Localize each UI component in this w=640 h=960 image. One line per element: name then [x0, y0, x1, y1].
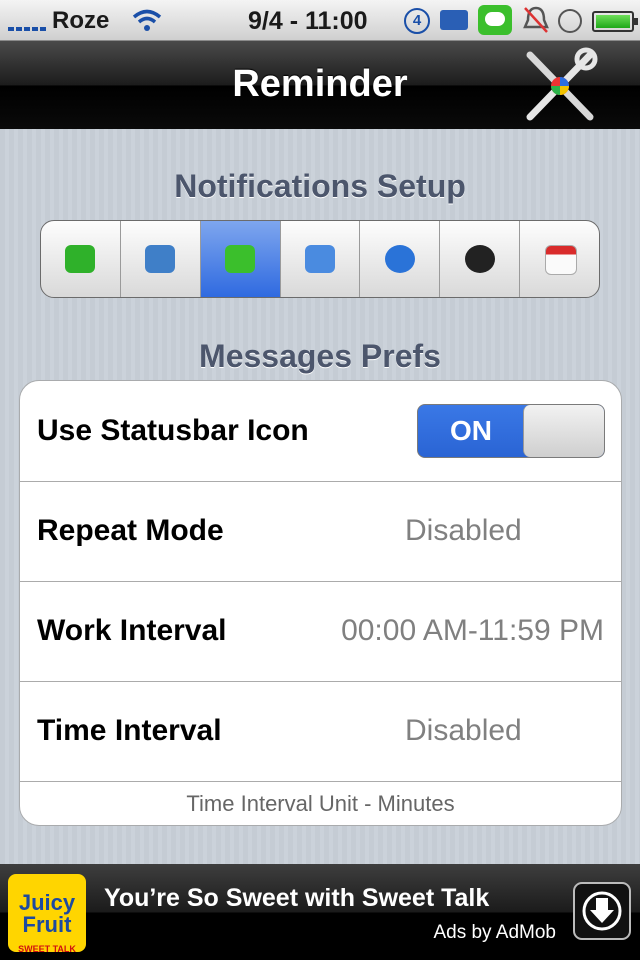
messenger-icon	[384, 245, 415, 273]
silent-bell-icon	[523, 6, 549, 33]
mail-status-icon	[440, 10, 468, 30]
row-use-statusbar-icon: Use Statusbar Icon ON	[20, 381, 621, 482]
work-interval-value: 00:00 AM-11:59 PM	[341, 614, 604, 647]
row-work-interval[interactable]: Work Interval 00:00 AM-11:59 PM	[20, 581, 621, 682]
messages-prefs-table: Use Statusbar Icon ON Repeat Mode Disabl…	[19, 380, 622, 826]
segment-mail[interactable]	[281, 221, 361, 297]
toggle-knob	[523, 405, 604, 457]
ad-logo-subtext: SWEET TALK	[18, 944, 76, 954]
contacts-icon	[464, 245, 495, 273]
ad-banner[interactable]: Juicy Fruit SWEET TALK You’re So Sweet w…	[0, 864, 640, 960]
voicemail-icon	[145, 245, 176, 273]
row-label: Time Interval	[37, 714, 222, 747]
row-time-interval[interactable]: Time Interval Disabled	[20, 681, 621, 782]
messages-icon	[225, 245, 256, 273]
mail-icon	[305, 245, 335, 273]
messages-prefs-header: Messages Prefs	[199, 338, 441, 374]
row-repeat-mode[interactable]: Repeat Mode Disabled	[20, 481, 621, 582]
time-interval-value: Disabled	[405, 714, 522, 747]
ad-attribution: Ads by AdMob	[433, 922, 556, 943]
notification-type-segmented-control	[40, 220, 600, 298]
statusbar-icon-toggle[interactable]: ON	[417, 404, 605, 458]
segment-messenger[interactable]	[360, 221, 441, 297]
time-interval-unit-note: Time Interval Unit - Minutes	[186, 791, 455, 816]
segment-messages[interactable]	[200, 221, 281, 297]
notification-count-badge: 4	[404, 8, 430, 34]
ad-logo-text: Juicy Fruit	[18, 890, 76, 937]
row-label: Repeat Mode	[37, 514, 224, 547]
ad-logo: Juicy Fruit SWEET TALK	[8, 874, 86, 954]
ad-title: You’re So Sweet with Sweet Talk	[104, 884, 490, 912]
alarm-clock-icon	[558, 9, 582, 33]
download-icon[interactable]	[572, 881, 632, 941]
segment-contacts[interactable]	[440, 221, 521, 297]
battery-icon	[592, 11, 638, 32]
calendar-icon	[544, 245, 577, 275]
row-label: Work Interval	[37, 614, 227, 647]
repeat-mode-value: Disabled	[405, 514, 522, 547]
carrier-name: Roze	[52, 7, 110, 34]
notifications-setup-header: Notifications Setup	[174, 168, 466, 204]
navigation-bar: Reminder	[0, 41, 640, 129]
tools-icon[interactable]	[520, 47, 600, 125]
wifi-icon	[132, 9, 162, 31]
row-label: Use Statusbar Icon	[37, 414, 309, 447]
segment-calendar[interactable]	[520, 221, 599, 297]
phone-icon	[65, 245, 96, 273]
signal-strength-icon	[8, 13, 48, 31]
status-bar: Roze 9/4 - 11:00 4	[0, 0, 640, 41]
status-time: 9/4 - 11:00	[248, 7, 368, 35]
message-status-icon	[478, 5, 512, 35]
segment-voicemail[interactable]	[121, 221, 201, 297]
toggle-on-label: ON	[450, 415, 492, 446]
segment-phone[interactable]	[41, 221, 121, 297]
